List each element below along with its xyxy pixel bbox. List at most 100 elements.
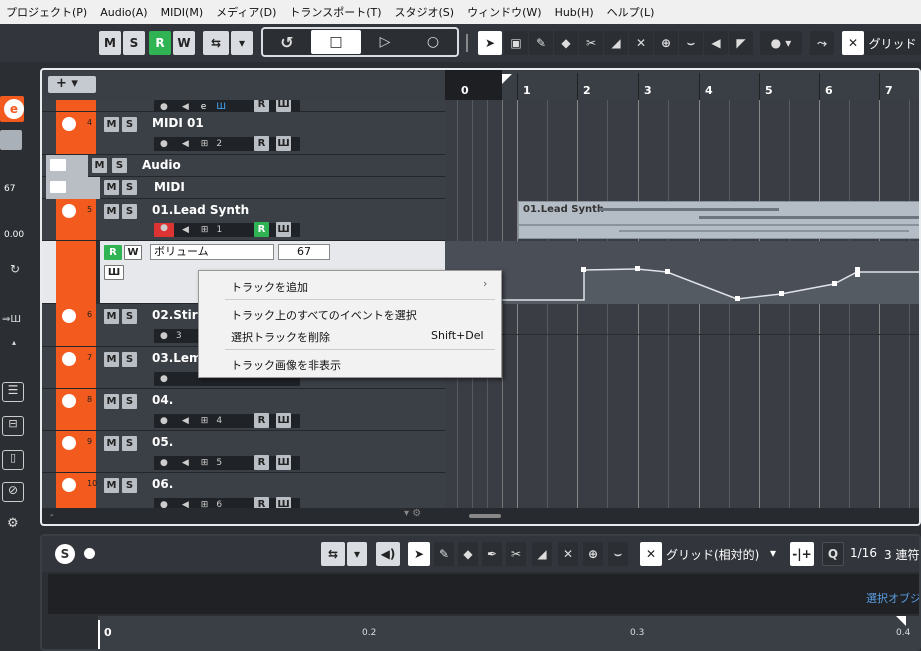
- lanes-icon[interactable]: Ш: [104, 265, 124, 280]
- mute-button[interactable]: M: [104, 204, 119, 219]
- menu-media[interactable]: メディア(D): [216, 4, 276, 20]
- menu-hub[interactable]: Hub(H): [555, 6, 594, 19]
- record-icon[interactable]: ○: [410, 30, 456, 54]
- midi-channel[interactable]: 3: [176, 331, 182, 341]
- solo-button[interactable]: S: [123, 31, 145, 55]
- spinner-icon[interactable]: ▴: [12, 338, 16, 347]
- read-button[interactable]: R: [254, 413, 269, 428]
- track-name[interactable]: 06.: [152, 477, 173, 491]
- track-row-midi01[interactable]: 4 M S MIDI 01 ● ◀ ⊞ 2 R Ш: [42, 112, 445, 155]
- chevron-down-icon[interactable]: ▾: [231, 31, 253, 55]
- mute-tool-icon[interactable]: ✕: [558, 542, 578, 566]
- menu-add-track[interactable]: トラックを追加: [231, 279, 308, 295]
- scissors-tool-icon[interactable]: ✂: [506, 542, 526, 566]
- record-enable-icon[interactable]: ●: [154, 223, 174, 237]
- solo-editor-icon[interactable]: S: [55, 544, 75, 564]
- panel-icon[interactable]: ▯: [2, 450, 24, 470]
- folder-row-audio[interactable]: M S Audio: [42, 155, 445, 177]
- grid-snap-icon[interactable]: ✕: [842, 31, 864, 55]
- midi-input-icon[interactable]: ⇒Ш: [2, 314, 21, 325]
- mute-button[interactable]: M: [104, 117, 119, 132]
- track-name[interactable]: 05.: [152, 435, 173, 449]
- speaker-icon[interactable]: ◀): [376, 542, 400, 566]
- automation-curve[interactable]: [445, 241, 921, 304]
- menu-midi[interactable]: MIDI(M): [161, 6, 204, 19]
- chevron-down-icon[interactable]: ▾: [770, 546, 776, 560]
- lane-icon[interactable]: ⊞: [201, 500, 209, 508]
- mute-button[interactable]: M: [92, 158, 107, 173]
- quantize-value[interactable]: 1/16: [850, 546, 877, 560]
- automation-value[interactable]: 67: [278, 244, 330, 260]
- tracklist-footer-icons[interactable]: ▾ ⚙: [404, 508, 421, 519]
- read-button[interactable]: R: [254, 455, 269, 470]
- track-row-lead-synth[interactable]: 5 M S 01.Lead Synth ● ◀ ⊞ 1 R Ш: [42, 199, 445, 241]
- locator-marker-icon[interactable]: [502, 74, 512, 84]
- monitor-icon[interactable]: ◀: [182, 139, 189, 149]
- menu-studio[interactable]: スタジオ(S): [395, 4, 455, 20]
- inspector-slot[interactable]: [0, 130, 22, 150]
- read-button[interactable]: R: [254, 497, 269, 508]
- track-row[interactable]: ● ◀ e Ш R Ш: [42, 100, 445, 114]
- midi-channel[interactable]: 1: [216, 225, 222, 235]
- disable-icon[interactable]: ⊘: [2, 482, 24, 502]
- mute-button[interactable]: M: [104, 394, 119, 409]
- record-icon[interactable]: ●: [160, 139, 168, 149]
- solo-button[interactable]: S: [112, 158, 127, 173]
- folder-name[interactable]: Audio: [142, 158, 181, 172]
- edit-icon[interactable]: e: [201, 102, 207, 112]
- auto-read-button[interactable]: R: [104, 245, 122, 260]
- scissors-tool-icon[interactable]: ✂: [579, 31, 603, 55]
- eraser-tool-icon[interactable]: ◆: [458, 542, 478, 566]
- eraser-tool-icon[interactable]: ◆: [554, 31, 578, 55]
- track-row-04[interactable]: 8 M S 04. ● ◀ ⊞ 4 R Ш: [42, 389, 445, 431]
- automation-lane[interactable]: [445, 241, 921, 304]
- write-button[interactable]: W: [173, 31, 195, 55]
- solo-button[interactable]: S: [122, 436, 137, 451]
- speaker-tool-icon[interactable]: ◀: [704, 31, 728, 55]
- write-button[interactable]: Ш: [276, 136, 291, 151]
- record-icon[interactable]: ●: [160, 500, 168, 508]
- menu-transport[interactable]: トランスポート(T): [289, 4, 381, 20]
- record-editor-icon[interactable]: [84, 548, 95, 559]
- folder-row-midi[interactable]: M S MIDI: [42, 177, 445, 199]
- event-display[interactable]: 01.Lead Synth: [445, 100, 921, 518]
- add-track-button[interactable]: + ▾: [48, 76, 96, 93]
- mixer-icon[interactable]: ☰: [2, 382, 24, 402]
- snap-type-icon[interactable]: ● ▾: [760, 31, 802, 55]
- range-tool-icon[interactable]: ▣: [504, 31, 528, 55]
- pencil-tool-icon[interactable]: ✎: [529, 31, 553, 55]
- solo-button[interactable]: S: [122, 352, 137, 367]
- mute-button[interactable]: M: [104, 309, 119, 324]
- auto-write-button[interactable]: W: [124, 245, 142, 260]
- rotate-icon[interactable]: ↻: [10, 262, 20, 276]
- pencil-tool-icon[interactable]: ✎: [434, 542, 454, 566]
- write-button[interactable]: Ш: [276, 497, 291, 508]
- editor-ruler[interactable]: 0 0.2 0.3 0.4: [48, 616, 919, 649]
- monitor-icon[interactable]: ◀: [182, 500, 189, 508]
- zoom-tool-icon[interactable]: ⊕: [583, 542, 603, 566]
- track-name[interactable]: MIDI 01: [152, 116, 204, 130]
- solo-button[interactable]: S: [122, 309, 137, 324]
- timeline-ruler[interactable]: 0 1 2 3 4 5 6 7: [445, 70, 919, 100]
- glue-tool-icon[interactable]: ◢: [532, 542, 552, 566]
- routing-icon[interactable]: ⊟: [2, 416, 24, 436]
- mute-button[interactable]: M: [104, 352, 119, 367]
- solo-button[interactable]: S: [122, 204, 137, 219]
- object-selection-tool-icon[interactable]: ➤: [478, 31, 502, 55]
- midi-channel[interactable]: 5: [216, 458, 222, 468]
- menu-help[interactable]: ヘルプ(L): [607, 4, 655, 20]
- snap-mode-label[interactable]: グリッド(相対的): [666, 546, 759, 563]
- mute-button[interactable]: M: [104, 436, 119, 451]
- mute-button[interactable]: M: [104, 478, 119, 493]
- write-button[interactable]: Ш: [276, 222, 291, 237]
- brush-tool-icon[interactable]: ✒: [482, 542, 502, 566]
- zoom-minus-icon[interactable]: -: [50, 510, 54, 521]
- solo-button[interactable]: S: [122, 478, 137, 493]
- menu-hide-track-image[interactable]: トラック画像を非表示: [231, 357, 341, 373]
- read-button-active[interactable]: R: [254, 222, 269, 237]
- line-tool-icon[interactable]: ⌣: [679, 31, 703, 55]
- midi-channel[interactable]: 2: [216, 139, 222, 149]
- track-row-05[interactable]: 9 M S 05. ● ◀ ⊞ 5 R Ш: [42, 431, 445, 473]
- write-button[interactable]: Ш: [276, 413, 291, 428]
- mute-button[interactable]: M: [104, 180, 119, 195]
